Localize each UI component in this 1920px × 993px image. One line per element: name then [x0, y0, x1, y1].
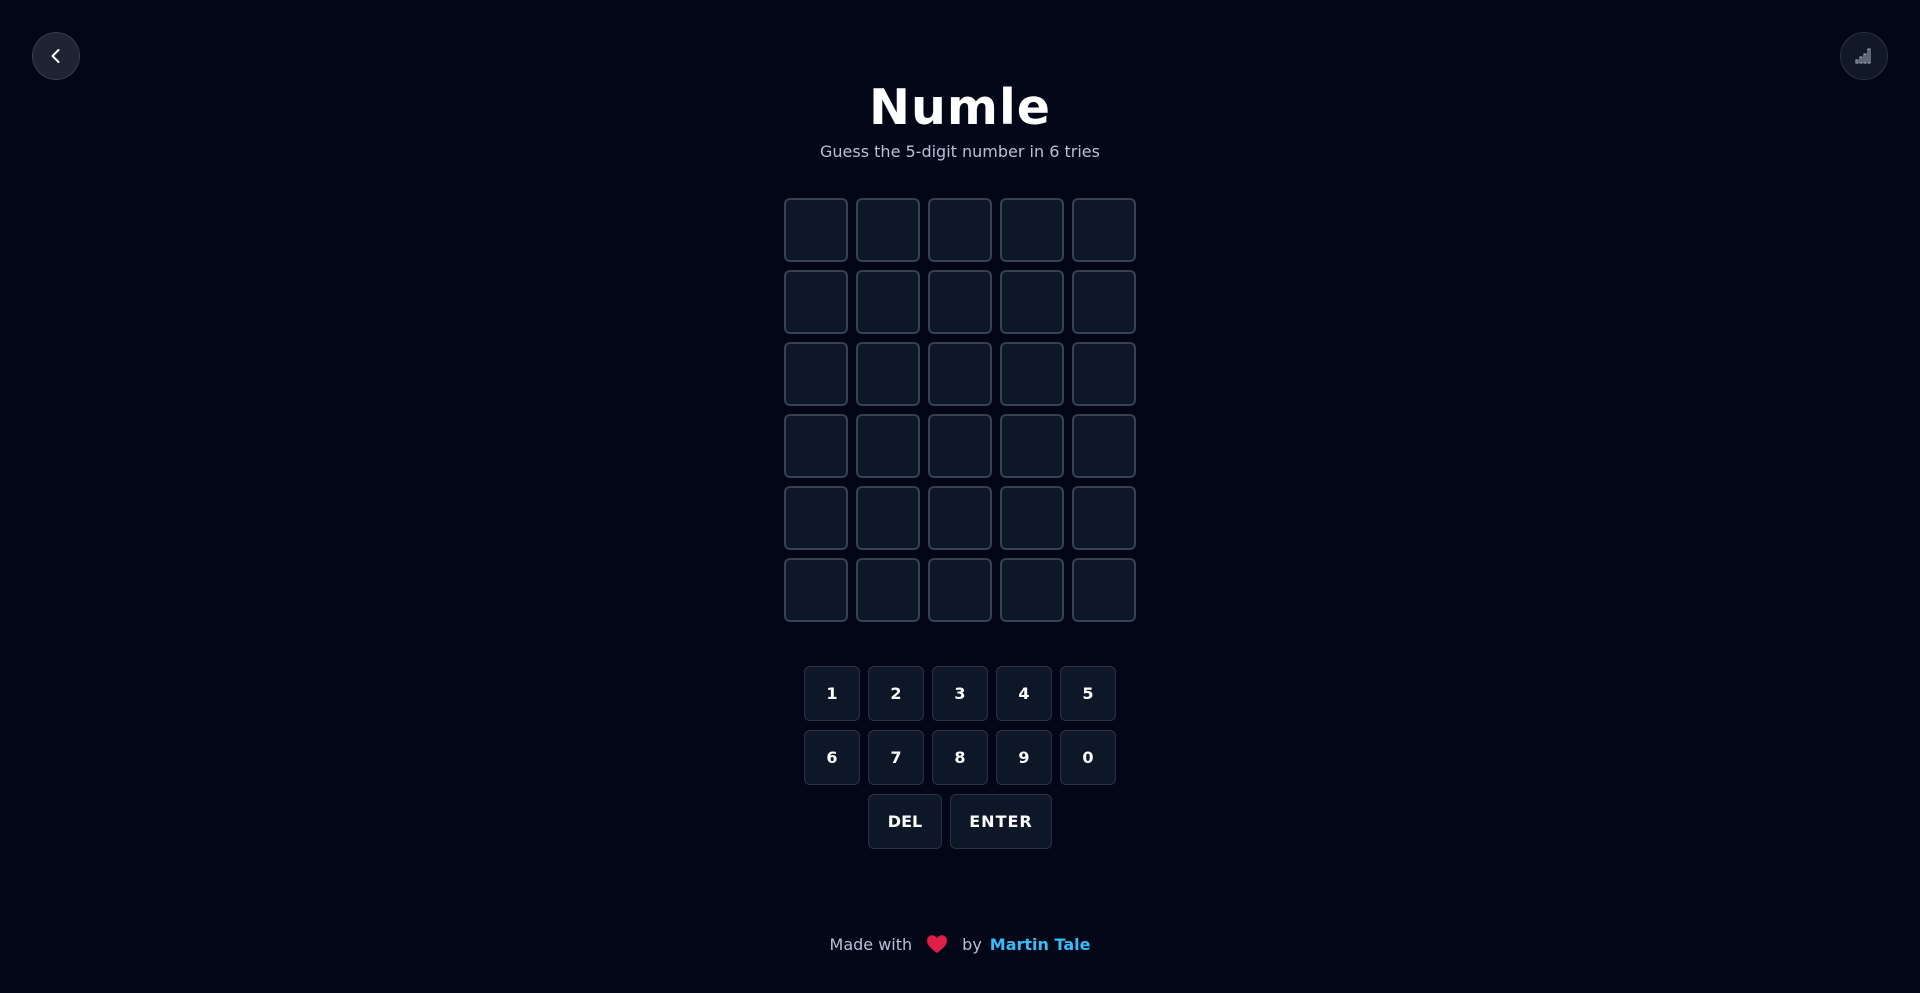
stats-button[interactable] [1840, 32, 1888, 80]
board-tile [1072, 486, 1136, 550]
board-tile [928, 270, 992, 334]
number-key-2[interactable]: 2 [868, 666, 924, 721]
board-tile [784, 198, 848, 262]
board-tile [1000, 414, 1064, 478]
number-key-7[interactable]: 7 [868, 730, 924, 785]
page-subtitle: Guess the 5-digit number in 6 tries [820, 142, 1100, 161]
board-tile [784, 486, 848, 550]
number-key-4[interactable]: 4 [996, 666, 1052, 721]
keyboard-row-2: 67890 [0, 730, 1920, 785]
number-key-5[interactable]: 5 [1060, 666, 1116, 721]
board-tile [1000, 270, 1064, 334]
signal-bars-icon [1855, 48, 1871, 64]
delete-button[interactable]: DEL [868, 794, 942, 849]
board-tile [928, 558, 992, 622]
board-tile [856, 270, 920, 334]
guess-board [784, 198, 1136, 622]
back-button[interactable] [32, 32, 80, 80]
board-tile [928, 486, 992, 550]
page-title: Numle [869, 79, 1051, 136]
footer-made-with: Made with [829, 934, 913, 954]
number-key-6[interactable]: 6 [804, 730, 860, 785]
footer: Made with by Martin Tale [0, 934, 1920, 954]
board-tile [856, 558, 920, 622]
game-page: Numle Guess the 5-digit number in 6 trie… [0, 0, 1920, 993]
board-tile [1000, 558, 1064, 622]
enter-button[interactable]: ENTER [950, 794, 1052, 849]
heart-icon [926, 934, 948, 954]
number-key-9[interactable]: 9 [996, 730, 1052, 785]
board-tile [928, 198, 992, 262]
board-tile [784, 414, 848, 478]
board-tile [1000, 486, 1064, 550]
footer-by: by [962, 934, 982, 954]
board-tile [784, 558, 848, 622]
board-tile [928, 342, 992, 406]
number-key-8[interactable]: 8 [932, 730, 988, 785]
board-tile [856, 198, 920, 262]
author-link[interactable]: Martin Tale [990, 935, 1091, 954]
number-key-1[interactable]: 1 [804, 666, 860, 721]
board-tile [856, 486, 920, 550]
board-tile [1072, 558, 1136, 622]
board-tile [856, 414, 920, 478]
board-tile [1000, 342, 1064, 406]
chevron-left-icon [51, 49, 60, 63]
board-tile [928, 414, 992, 478]
board-tile [1072, 342, 1136, 406]
keyboard-row-1: 12345 [0, 666, 1920, 721]
number-key-3[interactable]: 3 [932, 666, 988, 721]
board-tile [856, 342, 920, 406]
board-tile [784, 342, 848, 406]
board-tile [784, 270, 848, 334]
board-tile [1072, 198, 1136, 262]
number-keyboard: 12345 67890 DEL ENTER [0, 666, 1920, 858]
keyboard-row-3: DEL ENTER [0, 794, 1920, 849]
board-tile [1072, 270, 1136, 334]
board-tile [1000, 198, 1064, 262]
board-tile [1072, 414, 1136, 478]
number-key-0[interactable]: 0 [1060, 730, 1116, 785]
